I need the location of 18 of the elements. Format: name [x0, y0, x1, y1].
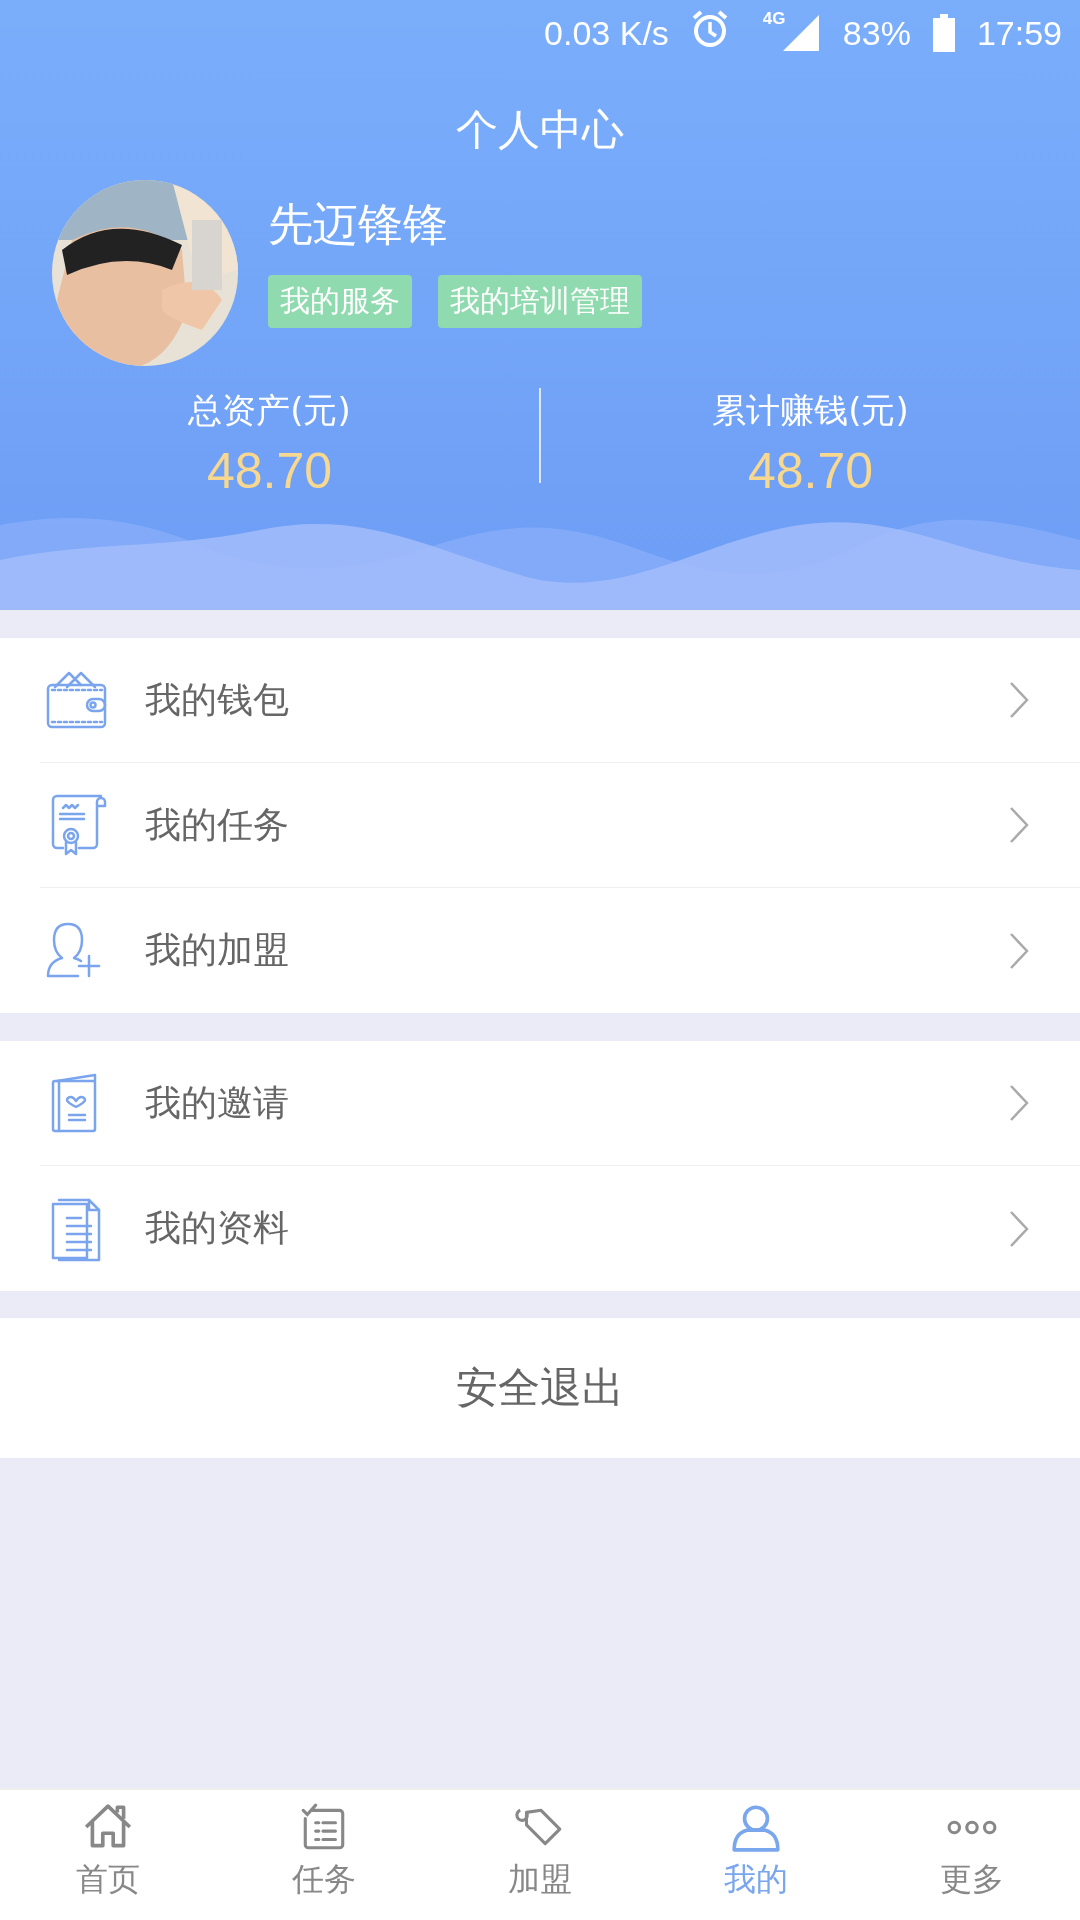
- chevron-right-icon: [1008, 680, 1030, 720]
- stat-label: 总资产(元): [188, 389, 351, 432]
- clock-time: 17:59: [976, 13, 1062, 53]
- chevron-right-icon: [1008, 805, 1030, 845]
- network-speed: 0.03 K/s: [544, 13, 669, 53]
- more-icon: [946, 1820, 998, 1835]
- page-title: 个人中心: [456, 104, 624, 156]
- wallet-icon: [45, 669, 107, 731]
- chevron-right-icon: [1008, 1083, 1030, 1123]
- battery-icon: [932, 14, 955, 52]
- user-icon: [730, 1802, 782, 1854]
- user-name: 先迈锋锋: [268, 196, 449, 253]
- battery-percent: 83%: [842, 13, 911, 53]
- network-type: 4G: [762, 9, 786, 29]
- logout-button[interactable]: 安全退出: [0, 1318, 1080, 1458]
- stat-value: 48.70: [206, 442, 333, 500]
- stat-value: 48.70: [747, 442, 874, 500]
- stat-label: 累计赚钱(元): [712, 389, 909, 432]
